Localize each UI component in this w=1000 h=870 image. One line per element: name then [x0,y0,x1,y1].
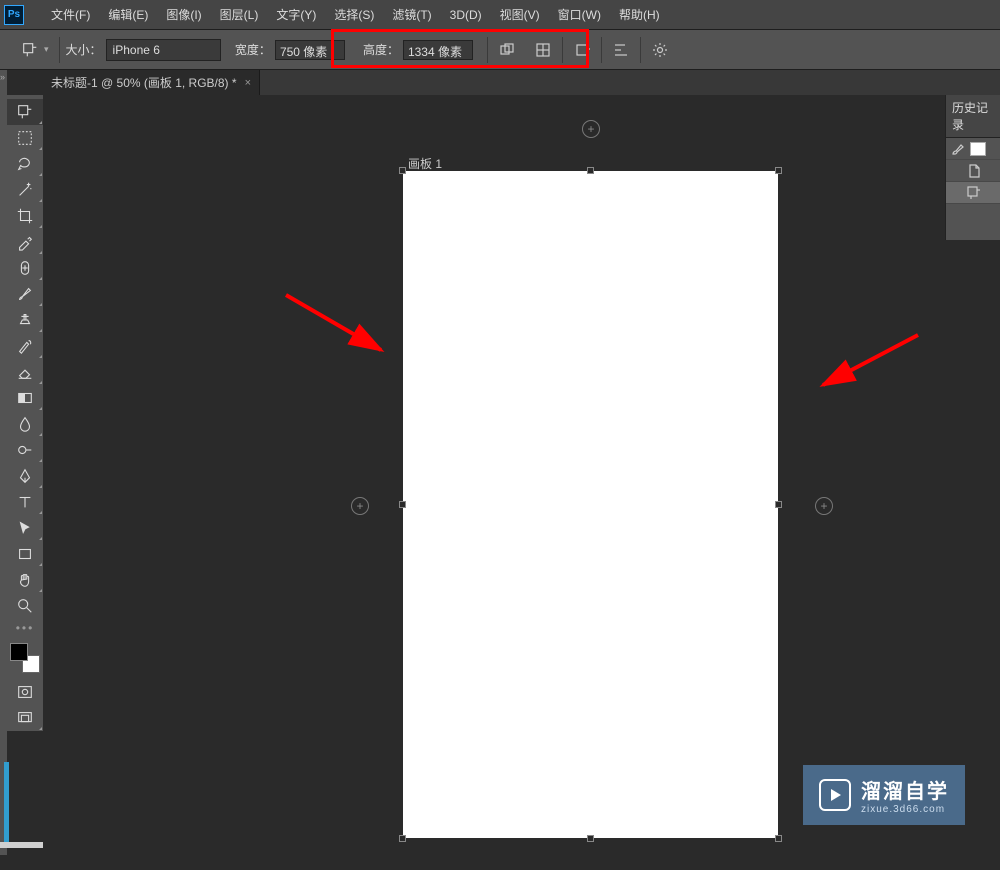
watermark: 溜溜自学 zixue.3d66.com [803,765,965,825]
size-preset-select[interactable]: iPhone 6 [106,39,221,61]
menu-help[interactable]: 帮助(H) [610,6,669,23]
marquee-tool[interactable] [7,125,43,151]
watermark-title: 溜溜自学 [861,775,949,804]
brush-tool[interactable] [7,281,43,307]
width-label: 宽度： [235,41,271,58]
menu-type[interactable]: 文字(Y) [267,6,325,23]
divider [601,37,602,63]
crop-tool[interactable] [7,203,43,229]
tool-preset-dropdown-icon[interactable]: ▾ [44,44,49,55]
status-strip [4,762,9,842]
clone-stamp-tool[interactable] [7,307,43,333]
add-artboard-top[interactable]: + [582,120,600,138]
brush-icon [950,141,966,157]
screen-mode-icon[interactable] [7,705,43,731]
color-swatches[interactable] [10,643,40,673]
height-input[interactable]: 1334 像素 [403,40,473,60]
close-tab-icon[interactable]: × [245,77,251,89]
divider [640,37,641,63]
path-selection-tool[interactable] [7,515,43,541]
edit-toolbar-icon[interactable]: ••• [7,619,43,637]
dodge-tool[interactable] [7,437,43,463]
type-tool[interactable] [7,489,43,515]
divider [562,37,563,63]
history-row-brush[interactable] [946,138,1000,160]
eyedropper-tool[interactable] [7,229,43,255]
menu-view[interactable]: 视图(V) [491,6,549,23]
menu-file[interactable]: 文件(F) [42,6,99,23]
gear-icon[interactable] [647,37,673,63]
watermark-url: zixue.3d66.com [861,804,949,815]
handle-tm[interactable] [587,167,594,174]
eraser-tool[interactable] [7,359,43,385]
zoom-tool[interactable] [7,593,43,619]
width-input[interactable]: 750 像素 [275,40,345,60]
history-panel-title[interactable]: 历史记录 [946,95,1000,138]
history-panel: 历史记录 [945,95,1000,240]
quick-mask-icon[interactable] [7,679,43,705]
history-row-artboard[interactable] [946,182,1000,204]
size-label: 大小： [66,41,102,58]
options-bar: ▾ 大小： iPhone 6 宽度： 750 像素 高度： 1334 像素 [0,30,1000,70]
handle-mr[interactable] [775,501,782,508]
app-logo: Ps [4,5,24,25]
option-icon-3[interactable] [569,37,595,63]
add-artboard-right[interactable]: + [815,497,833,515]
add-artboard-left[interactable]: + [351,497,369,515]
artboard[interactable] [403,171,778,838]
blur-tool[interactable] [7,411,43,437]
annotation-arrow-right [813,330,933,400]
artboard-label[interactable]: 画板 1 [408,155,442,172]
handle-bm[interactable] [587,835,594,842]
menu-filter[interactable]: 滤镜(T) [383,6,440,23]
option-icon-1[interactable] [494,37,520,63]
pen-tool[interactable] [7,463,43,489]
document-tab[interactable]: 未标题-1 @ 50% (画板 1, RGB/8) * × [43,70,260,95]
history-thumb [970,142,986,156]
magic-wand-tool[interactable] [7,177,43,203]
artboard-tool[interactable] [7,99,43,125]
tools-panel: ••• [7,95,43,731]
document-tab-bar: 未标题-1 @ 50% (画板 1, RGB/8) * × [43,70,1000,95]
option-icon-2[interactable] [530,37,556,63]
gradient-tool[interactable] [7,385,43,411]
handle-tr[interactable] [775,167,782,174]
canvas-area[interactable]: 画板 1 + + + 历史记录 [43,95,1000,870]
handle-tl[interactable] [399,167,406,174]
rectangle-tool[interactable] [7,541,43,567]
menu-select[interactable]: 选择(S) [325,6,383,23]
menu-layer[interactable]: 图层(L) [211,6,268,23]
align-icon[interactable] [608,37,634,63]
document-tab-title: 未标题-1 @ 50% (画板 1, RGB/8) * [51,74,237,91]
lasso-tool[interactable] [7,151,43,177]
handle-ml[interactable] [399,501,406,508]
history-brush-tool[interactable] [7,333,43,359]
height-label: 高度： [363,41,399,58]
handle-bl[interactable] [399,835,406,842]
handle-br[interactable] [775,835,782,842]
menu-bar: Ps 文件(F) 编辑(E) 图像(I) 图层(L) 文字(Y) 选择(S) 滤… [0,0,1000,30]
menu-window[interactable]: 窗口(W) [549,6,610,23]
menu-image[interactable]: 图像(I) [157,6,210,23]
document-icon [966,163,982,179]
left-dock-edge[interactable] [0,70,7,855]
hand-tool[interactable] [7,567,43,593]
menu-edit[interactable]: 编辑(E) [99,6,157,23]
foreground-color-swatch[interactable] [10,643,28,661]
divider [59,37,60,63]
artboard-tool-icon[interactable] [18,38,42,62]
healing-brush-tool[interactable] [7,255,43,281]
artboard-icon [966,185,982,201]
annotation-arrow-left [281,290,401,370]
divider [487,37,488,63]
history-row-new[interactable] [946,160,1000,182]
watermark-logo-icon [819,779,851,811]
menu-3d[interactable]: 3D(D) [441,8,491,22]
